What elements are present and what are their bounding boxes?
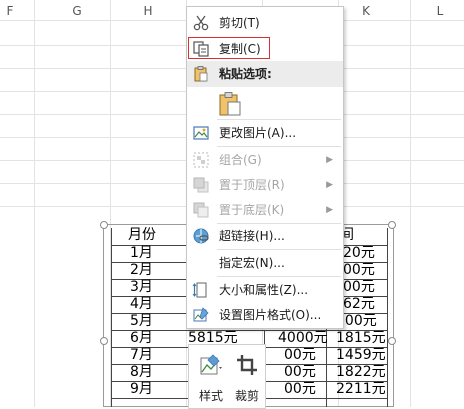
format-picture-icon [193, 307, 209, 322]
clipboard-icon [194, 66, 208, 82]
amount-cell: 00元 [343, 262, 375, 278]
menu-item-label: 更改图片(A)... [219, 126, 297, 140]
copy-highlight-box [188, 37, 270, 59]
paste-picture-icon[interactable] [217, 91, 243, 117]
amount-cell: 20元 [343, 245, 375, 261]
style-label: 样式 [199, 389, 224, 403]
menu-item-change-picture[interactable]: 更改图片(A)... [187, 121, 343, 145]
menu-separator [217, 249, 341, 250]
table-header-month: 月份 [128, 227, 156, 243]
bring-to-front-icon [193, 177, 209, 193]
month-cell: 7月 [130, 347, 153, 363]
scissors-icon [193, 15, 209, 31]
resize-handle[interactable] [388, 221, 396, 229]
style-icon [200, 354, 222, 375]
amount-cell: 1822元 [336, 364, 386, 380]
menu-item-label: 组合(G) [219, 153, 262, 167]
change-picture-icon [193, 126, 209, 140]
submenu-arrow-icon: ▶ [326, 155, 333, 165]
column-header-f[interactable]: F [0, 0, 20, 20]
style-button[interactable]: 样式 [193, 349, 227, 405]
amount-cell: 00元 [343, 279, 375, 295]
column-header-l[interactable]: L [422, 0, 458, 20]
amount-cell: 62元 [343, 296, 375, 312]
month-cell: 8月 [130, 364, 153, 380]
menu-separator [217, 119, 341, 120]
column-header-g[interactable]: G [60, 0, 94, 20]
amount-cell: 1459元 [336, 347, 386, 363]
menu-item-label: 指定宏(N)... [219, 256, 285, 270]
menu-item-label: 超链接(H)... [219, 229, 285, 243]
month-cell: 5月 [130, 313, 153, 329]
amount-cell: 00元 [284, 364, 316, 380]
hyperlink-icon [193, 228, 209, 244]
send-to-back-icon [193, 202, 209, 218]
amount-cell: 00元 [284, 381, 316, 397]
month-cell: 1月 [130, 245, 153, 261]
menu-item-send-to-back[interactable]: 置于底层(K) ▶ [187, 198, 343, 222]
month-cell: 2月 [130, 262, 153, 278]
menu-item-label: 大小和属性(Z)... [219, 283, 309, 297]
submenu-arrow-icon: ▶ [326, 180, 333, 190]
menu-item-group[interactable]: 组合(G) ▶ [187, 148, 343, 172]
size-properties-icon [192, 282, 207, 298]
mini-toolbar: 样式 裁剪 [188, 344, 266, 409]
group-icon [193, 152, 209, 168]
month-cell: 4月 [130, 296, 153, 312]
column-header-h[interactable]: H [130, 0, 166, 20]
menu-item-bring-to-front[interactable]: 置于顶层(R) ▶ [187, 173, 343, 197]
paste-options-label: 粘贴选项: [219, 67, 272, 81]
paste-options-header: 粘贴选项: [187, 61, 343, 87]
resize-handle[interactable] [100, 337, 108, 345]
amount-cell: 2211元 [336, 381, 386, 397]
menu-item-label: 设置图片格式(O)... [219, 308, 322, 322]
amount-cell: 00元 [284, 347, 316, 363]
resize-handle[interactable] [388, 337, 396, 345]
menu-item-hyperlink[interactable]: 超链接(H)... [187, 224, 343, 248]
submenu-arrow-icon: ▶ [326, 205, 333, 215]
menu-item-label: 置于底层(K) [219, 203, 285, 217]
menu-item-label: 置于顶层(R) [219, 178, 285, 192]
menu-item-label: 剪切(T) [219, 16, 260, 30]
amount-cell: 1815元 [336, 330, 386, 346]
crop-icon [237, 355, 257, 375]
resize-handle[interactable] [100, 221, 108, 229]
month-cell: 3月 [130, 279, 153, 295]
menu-separator [217, 276, 341, 277]
amount-cell: 4000元 [278, 330, 328, 346]
month-cell: 6月 [130, 330, 153, 346]
crop-label: 裁剪 [235, 389, 260, 403]
menu-item-assign-macro[interactable]: 指定宏(N)... [187, 251, 343, 275]
menu-separator [217, 146, 341, 147]
menu-item-format-picture[interactable]: 设置图片格式(O)... [187, 303, 343, 327]
menu-item-size-properties[interactable]: 大小和属性(Z)... [187, 278, 343, 302]
month-cell: 9月 [130, 381, 153, 397]
crop-button[interactable]: 裁剪 [229, 349, 261, 405]
menu-item-cut[interactable]: 剪切(T) [187, 11, 343, 35]
column-header-k[interactable]: K [348, 0, 384, 20]
